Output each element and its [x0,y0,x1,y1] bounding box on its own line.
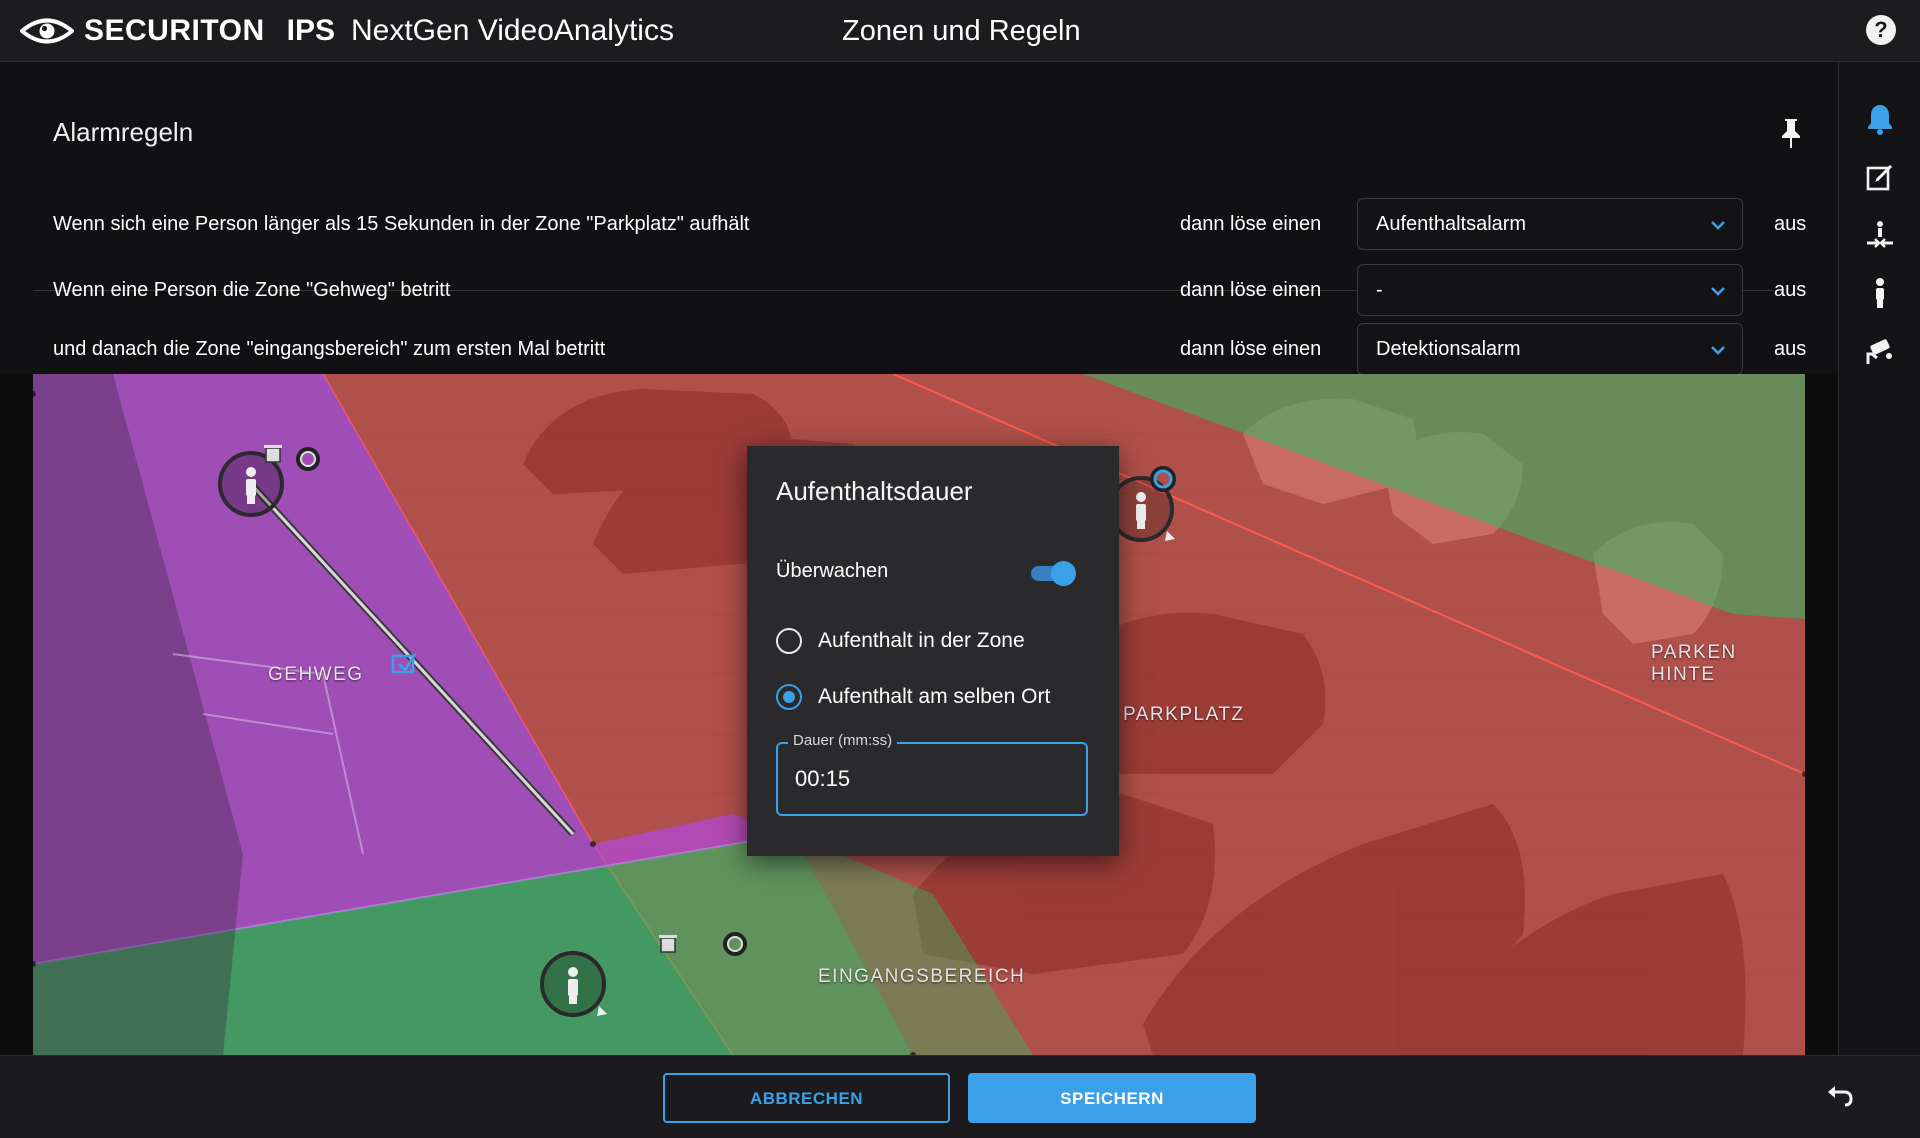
zone-label-parkplatz[interactable]: PARKPLATZ [1123,704,1245,726]
brand-ips: IPS [286,14,335,47]
alarm-type-select[interactable]: - [1357,264,1743,316]
edit-icon[interactable] [1863,160,1897,194]
rule-condition: und danach die Zone "eingangsbereich" zu… [53,338,606,360]
rule-row: Wenn eine Person die Zone "Gehweg" betri… [0,262,1838,318]
rule-condition: Wenn sich eine Person länger als 15 Seku… [53,213,750,235]
duration-input[interactable]: 00:15 [795,766,850,792]
alarm-type-select[interactable]: Aufenthaltsalarm [1357,198,1743,250]
alarm-rules-panel: Alarmregeln Wenn sich eine Person länger… [0,62,1838,377]
rule-state[interactable]: aus [1774,262,1806,318]
eye-logo-icon [20,18,74,44]
radio-checked-icon[interactable] [776,684,802,710]
chevron-down-icon [1711,221,1725,230]
rule-row: Wenn sich eine Person länger als 15 Seku… [0,196,1838,252]
brand-product: NextGen VideoAnalytics [351,14,674,47]
brand-name: SECURITON [84,14,265,47]
undo-icon[interactable] [1825,1082,1855,1112]
zone-label-eingangsbereich[interactable]: EINGANGSBEREICH [818,966,1025,988]
dwell-time-dialog: Aufenthaltsdauer Überwachen Aufenthalt i… [747,446,1119,856]
rule-condition: Wenn eine Person die Zone "Gehweg" betri… [53,279,451,301]
zone-connect-icon[interactable] [1863,218,1897,252]
alarm-type-value: Detektionsalarm [1376,338,1521,360]
alarm-type-value: Aufenthaltsalarm [1376,213,1527,235]
cancel-button[interactable]: ABBRECHEN [663,1073,950,1123]
rule-state[interactable]: aus [1774,321,1806,377]
zone-label-parken-hinten[interactable]: PARKEN HINTE [1651,642,1805,686]
rule-state[interactable]: aus [1774,196,1806,252]
radio-label: Aufenthalt am selben Ort [818,685,1051,708]
tool-rail [1838,62,1920,1055]
rule-then-label: dann löse einen [1180,338,1322,360]
alarm-type-select[interactable]: Detektionsalarm [1357,323,1743,375]
chevron-down-icon [1711,346,1725,355]
save-button[interactable]: SPEICHERN [968,1073,1256,1123]
panel-title: Alarmregeln [53,117,194,147]
app-header: SECURITON IPS NextGen VideoAnalytics Zon… [0,0,1920,62]
rule-then-label: dann löse einen [1180,279,1322,301]
bell-icon[interactable] [1863,102,1897,136]
pin-icon[interactable] [1778,116,1804,150]
monitor-toggle[interactable] [1027,560,1077,586]
rule-row: und danach die Zone "eingangsbereich" zu… [0,321,1838,377]
duration-field[interactable]: Dauer (mm:ss) 00:15 [776,732,1088,816]
camera-icon[interactable] [1863,334,1897,368]
radio-option-same-place[interactable]: Aufenthalt am selben Ort [776,682,1050,712]
duration-label: Dauer (mm:ss) [788,732,898,749]
dialog-title: Aufenthaltsdauer [776,476,973,506]
alarm-type-value: - [1376,279,1383,301]
help-icon[interactable]: ? [1866,15,1896,45]
page-title: Zonen und Regeln [842,15,1081,47]
footer-bar: ABBRECHEN SPEICHERN [0,1055,1920,1138]
toggle-thumb [1051,561,1076,586]
rule-then-label: dann löse einen [1180,213,1322,235]
brand: SECURITON IPS NextGen VideoAnalytics [20,0,674,62]
radio-option-in-zone[interactable]: Aufenthalt in der Zone [776,626,1025,656]
monitor-label: Überwachen [776,560,889,582]
person-icon[interactable] [1863,276,1897,310]
chevron-down-icon [1711,287,1725,296]
radio-label: Aufenthalt in der Zone [818,629,1025,652]
radio-unchecked-icon[interactable] [776,628,802,654]
zone-label-gehweg[interactable]: GEHWEG [268,664,364,686]
